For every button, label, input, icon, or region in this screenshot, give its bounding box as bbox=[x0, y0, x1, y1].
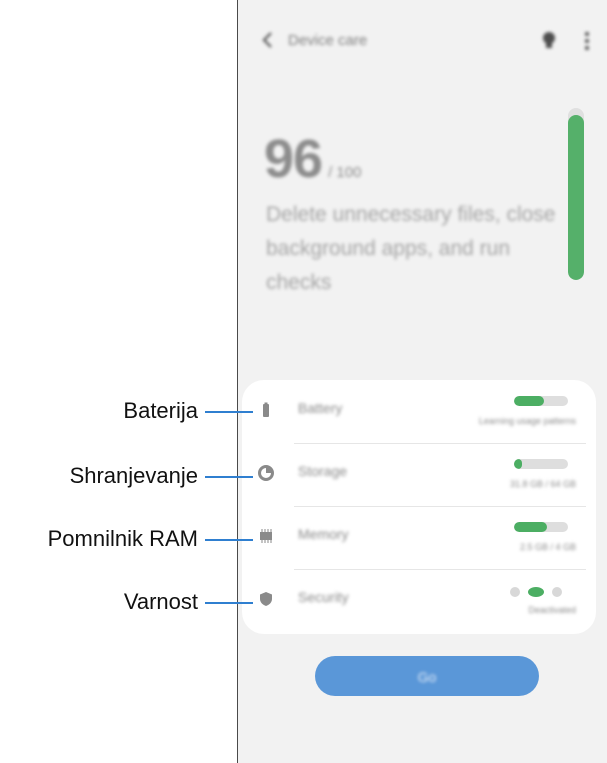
optimize-button-label: Go bbox=[417, 669, 437, 685]
list-item-security[interactable]: Security Deactivated bbox=[242, 569, 596, 631]
storage-icon bbox=[258, 465, 274, 481]
callout-label: Shranjevanje bbox=[69, 463, 198, 488]
memory-level-fill bbox=[514, 522, 548, 532]
callout-baterija: Baterija bbox=[0, 396, 260, 426]
list-item-memory[interactable]: Memory 2.5 GB / 4 GB bbox=[242, 506, 596, 568]
callout-shranjevanje: Shranjevanje bbox=[0, 461, 260, 491]
score-value: 96 bbox=[264, 129, 323, 189]
phone-screen: Device care 96 / 100 Delete unnecessary f… bbox=[237, 0, 607, 763]
more-options-icon[interactable] bbox=[583, 30, 591, 52]
list-item-battery[interactable]: Battery Learning usage patterns bbox=[242, 380, 596, 442]
status-dot bbox=[510, 587, 520, 597]
list-item-status: 31.8 GB / 64 GB bbox=[509, 479, 576, 489]
storage-level-fill bbox=[514, 459, 523, 469]
status-dot bbox=[552, 587, 562, 597]
status-dot-active bbox=[528, 587, 544, 597]
list-item-label: Memory bbox=[298, 526, 349, 542]
list-item-status: 2.5 GB / 4 GB bbox=[519, 542, 576, 552]
score-max: / 100 bbox=[328, 164, 362, 181]
score-gauge-fill bbox=[568, 114, 584, 280]
lightbulb-icon[interactable] bbox=[541, 30, 557, 52]
callout-line bbox=[205, 602, 253, 604]
device-score: 96 / 100 bbox=[264, 128, 361, 190]
callout-label: Pomnilnik RAM bbox=[47, 526, 198, 551]
callout-line bbox=[205, 411, 253, 413]
list-item-label: Storage bbox=[298, 463, 348, 479]
callout-label: Varnost bbox=[123, 589, 198, 614]
battery-level-bar bbox=[514, 396, 568, 406]
battery-icon bbox=[263, 402, 269, 417]
list-item-label: Security bbox=[298, 589, 349, 605]
list-item-label: Battery bbox=[298, 400, 343, 416]
storage-level-bar bbox=[514, 459, 568, 469]
score-description: Delete unnecessary files, close backgrou… bbox=[266, 203, 556, 294]
battery-level-fill bbox=[514, 396, 544, 406]
list-item-status: Deactivated bbox=[528, 605, 576, 615]
memory-chip-icon bbox=[260, 529, 272, 543]
memory-level-bar bbox=[514, 522, 568, 532]
list-item-storage[interactable]: Storage 31.8 GB / 64 GB bbox=[242, 443, 596, 505]
callout-line bbox=[205, 539, 253, 541]
list-item-status: Learning usage patterns bbox=[478, 416, 576, 426]
app-title: Device care bbox=[288, 32, 368, 49]
back-arrow-icon[interactable] bbox=[258, 28, 278, 52]
app-header: Device care bbox=[238, 22, 607, 62]
security-status-dots bbox=[510, 585, 570, 597]
shield-icon bbox=[260, 592, 272, 606]
score-gauge bbox=[568, 108, 584, 280]
callout-line bbox=[205, 476, 253, 478]
callout-pomnilnik-ram: Pomnilnik RAM bbox=[0, 524, 260, 554]
callout-varnost: Varnost bbox=[0, 587, 260, 617]
optimize-now-button[interactable]: Go bbox=[315, 656, 539, 696]
device-care-list: Battery Learning usage patterns Storage … bbox=[242, 380, 596, 634]
callout-label: Baterija bbox=[123, 398, 198, 423]
